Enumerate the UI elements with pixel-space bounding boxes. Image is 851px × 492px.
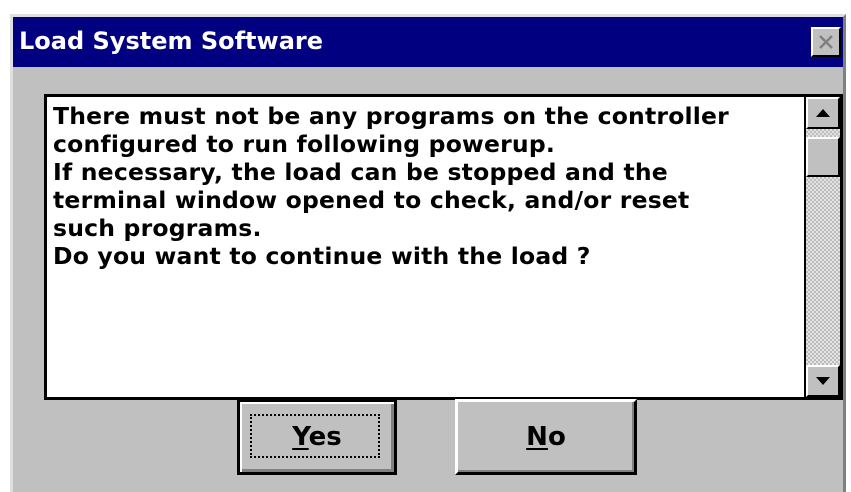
vertical-scrollbar[interactable] [804, 97, 840, 397]
message-line: If necessary, the load can be stopped an… [53, 158, 668, 186]
message-text-area[interactable]: There must not be any programs on the co… [44, 94, 843, 400]
message-line: configured to run following powerup. [53, 130, 555, 158]
message-line: such programs. [53, 214, 262, 242]
yes-button[interactable]: Yes [237, 399, 397, 475]
message-line: There must not be any programs on the co… [53, 102, 729, 130]
no-button[interactable]: No [455, 399, 637, 475]
yes-button-label: Yes [292, 422, 342, 452]
scroll-up-button[interactable] [806, 97, 840, 129]
dialog-title: Load System Software [19, 27, 324, 55]
close-button[interactable] [811, 27, 841, 57]
message-text: There must not be any programs on the co… [53, 102, 803, 270]
scroll-thumb[interactable] [806, 137, 840, 177]
arrow-up-icon [816, 109, 830, 117]
scroll-down-button[interactable] [806, 365, 840, 397]
message-line: terminal window opened to check, and/or … [53, 186, 690, 214]
no-button-label: No [526, 422, 566, 452]
close-icon [819, 35, 833, 49]
arrow-down-icon [816, 377, 830, 385]
message-line: Do you want to continue with the load ? [53, 242, 591, 270]
load-system-software-dialog: Load System Software There must not be a… [10, 14, 846, 492]
title-bar[interactable]: Load System Software [13, 17, 843, 67]
